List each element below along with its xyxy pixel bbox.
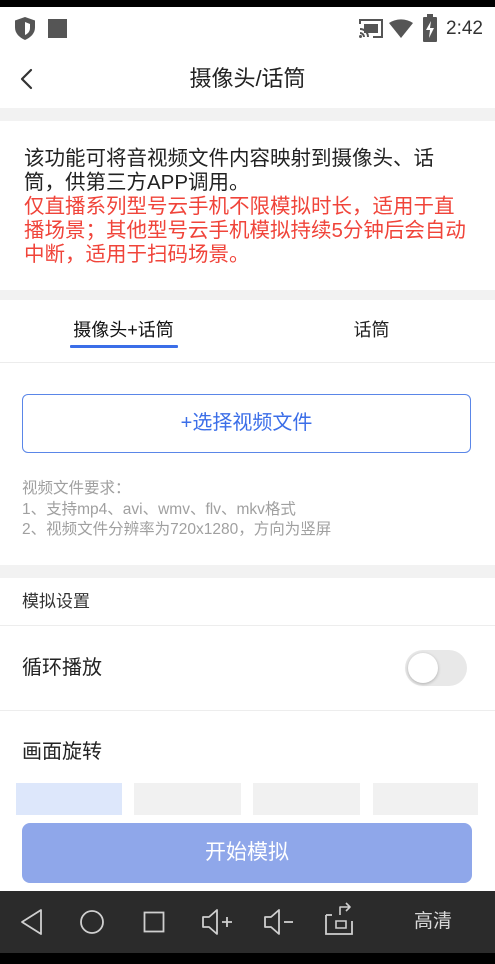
rotation-option[interactable] <box>373 783 478 815</box>
header: 摄像头/话筒 <box>0 50 495 108</box>
home-icon[interactable] <box>77 891 107 953</box>
requirement-item: 2、视频文件分辨率为720x1280，方向为竖屏 <box>22 521 332 538</box>
requirements-title: 视频文件要求： <box>22 480 131 497</box>
cast-icon <box>359 19 383 38</box>
screenshot-icon[interactable] <box>322 891 358 953</box>
back-icon[interactable] <box>16 891 48 953</box>
shield-icon <box>15 17 35 40</box>
loop-playback-toggle[interactable] <box>405 650 467 686</box>
rotation-option[interactable] <box>16 783 122 815</box>
wifi-icon <box>389 19 413 38</box>
tab-microphone[interactable]: 话筒 <box>248 300 495 362</box>
rotation-option[interactable] <box>134 783 241 815</box>
page-title: 摄像头/话筒 <box>189 66 306 91</box>
tab-label: 话筒 <box>353 320 390 340</box>
battery-charging-icon <box>423 14 437 42</box>
loop-playback-label: 循环播放 <box>22 657 102 679</box>
section-separator <box>0 565 495 578</box>
requirement-item: 1、支持mp4、avi、wmv、flv、mkv格式 <box>22 500 296 518</box>
status-bar: 2:42 <box>0 7 495 50</box>
status-time: 2:42 <box>446 18 483 39</box>
section-separator <box>0 290 495 300</box>
chevron-left-icon <box>20 68 33 90</box>
select-video-file-button[interactable]: +选择视频文件 <box>22 394 471 453</box>
start-simulation-button[interactable]: 开始模拟 <box>22 823 472 883</box>
rotation-label: 画面旋转 <box>22 741 102 763</box>
divider <box>0 710 495 711</box>
tab-label: 摄像头+话筒 <box>73 320 174 340</box>
warning-text: 仅直播系列型号云手机不限模拟时长，适用于直播场景；其他型号云手机模拟持续5分钟后… <box>24 195 466 266</box>
rotation-option[interactable] <box>253 783 360 815</box>
volume-up-icon[interactable] <box>199 891 235 953</box>
section-separator <box>0 108 495 121</box>
square-icon <box>48 19 67 38</box>
recents-icon[interactable] <box>139 891 169 953</box>
feature-description: 该功能可将音视频文件内容映射到摄像头、话筒，供第三方APP调用。 <box>24 147 434 194</box>
info-panel: 该功能可将音视频文件内容映射到摄像头、话筒，供第三方APP调用。 仅直播系列型号… <box>0 121 495 290</box>
navigation-bar: 高清 <box>0 891 495 953</box>
video-requirements: 视频文件要求： 1、支持mp4、avi、wmv、flv、mkv格式 2、视频文件… <box>22 479 472 541</box>
volume-down-icon[interactable] <box>261 891 297 953</box>
bottom-black-strip <box>0 953 495 964</box>
tab-active-indicator <box>70 345 178 348</box>
quality-button[interactable]: 高清 <box>404 891 462 953</box>
toggle-knob <box>408 653 438 683</box>
tab-bar: 摄像头+话筒 话筒 <box>0 300 495 363</box>
info-text: 该功能可将音视频文件内容映射到摄像头、话筒，供第三方APP调用。 仅直播系列型号… <box>24 147 470 267</box>
tab-camera-microphone[interactable]: 摄像头+话筒 <box>0 300 247 362</box>
back-button[interactable] <box>10 62 44 96</box>
top-black-strip <box>0 0 495 7</box>
simulation-settings-title: 模拟设置 <box>22 592 90 611</box>
